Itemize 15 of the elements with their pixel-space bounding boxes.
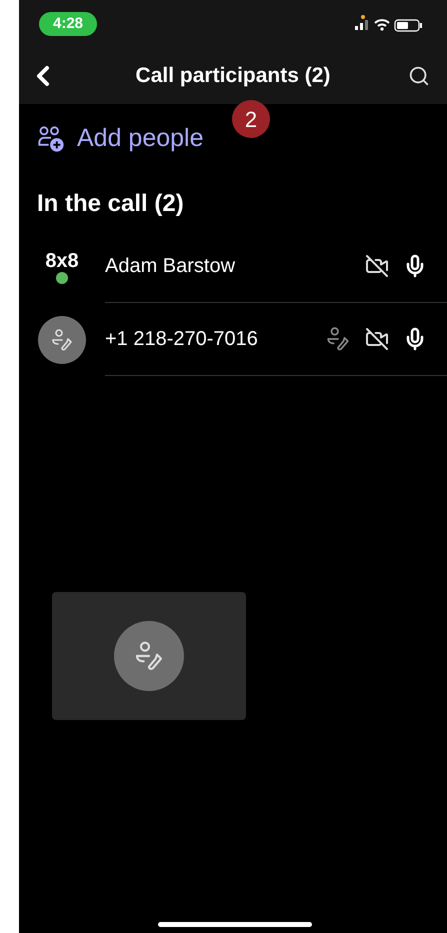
phone-user-icon: [133, 640, 165, 672]
signal-icon: [355, 20, 368, 30]
phone-user-icon: [325, 326, 351, 352]
participant-name: Adam Barstow: [105, 254, 236, 279]
status-time: 4:28: [39, 12, 98, 36]
battery-icon: [394, 19, 422, 32]
wifi-icon: [374, 19, 390, 31]
phone-user-icon: [50, 328, 74, 352]
screen-title: Call participants (2): [134, 63, 332, 90]
privacy-dot-icon: [361, 15, 365, 19]
participant-name: +1 218-270-7016: [105, 327, 259, 352]
add-people-icon: [37, 125, 65, 153]
section-title: In the call (2): [36, 189, 185, 219]
annotation-badge: 2: [232, 100, 270, 138]
avatar-logo: 8x8: [45, 250, 79, 272]
